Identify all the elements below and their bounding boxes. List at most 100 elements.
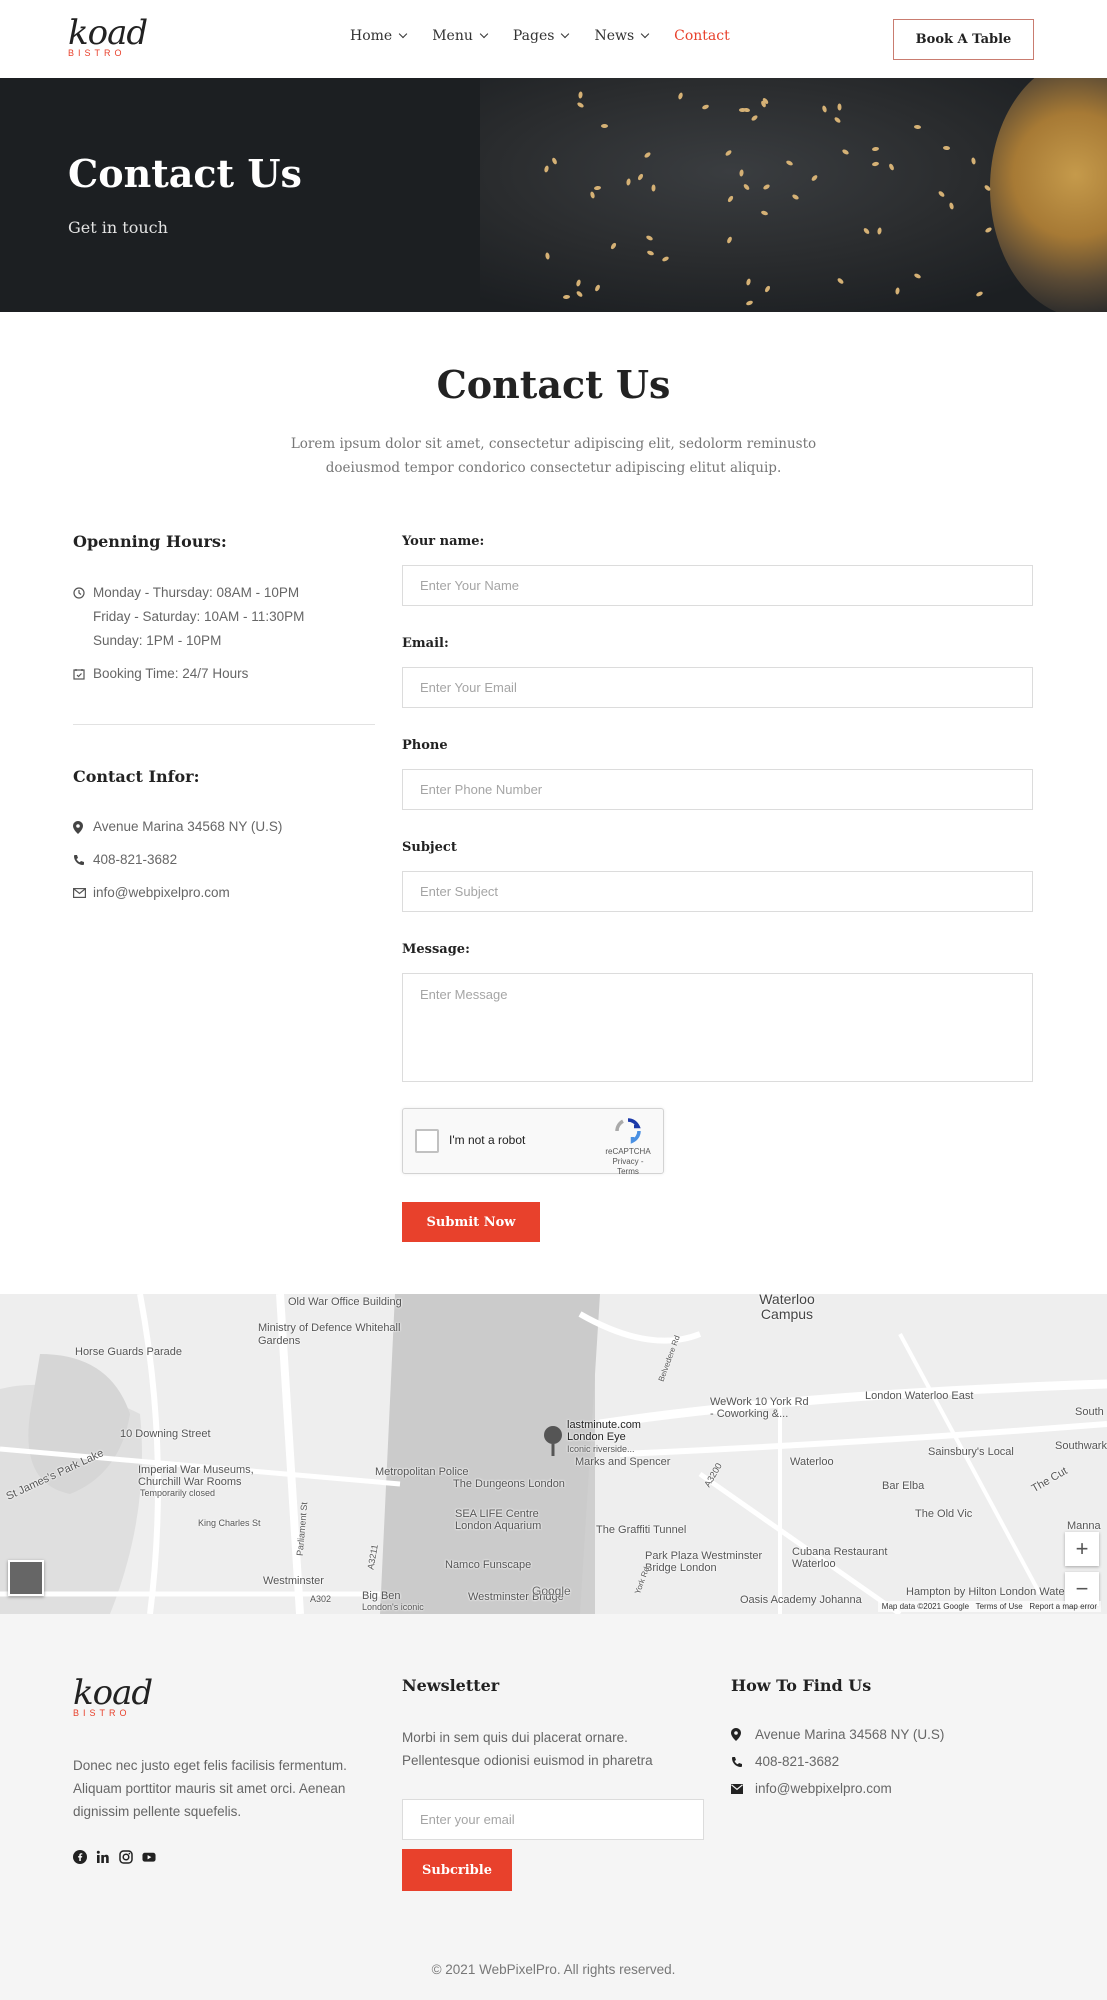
hours-line: Monday - Thursday: 08AM - 10PM xyxy=(93,585,300,600)
sesame-seed xyxy=(562,294,570,299)
map-label[interactable]: South xyxy=(1075,1406,1104,1418)
street-view-thumbnail[interactable] xyxy=(8,1560,44,1596)
find-email[interactable]: info@webpixelpro.com xyxy=(755,1781,892,1796)
map-label[interactable]: A302 xyxy=(310,1594,331,1604)
site-footer: koad BISTRO Donec nec justo eget felis f… xyxy=(0,1614,1107,2000)
find-email-row: info@webpixelpro.com xyxy=(731,1781,892,1796)
nav-pages-label: Pages xyxy=(512,28,555,44)
copyright: © 2021 WebPixelPro. All rights reserved. xyxy=(431,1962,676,1977)
name-label: Your name: xyxy=(402,534,485,549)
chevron-down-icon xyxy=(640,29,650,39)
map-label[interactable]: Ministry of Defence Whitehall Gardens xyxy=(258,1322,418,1348)
map-label[interactable]: King Charles St xyxy=(198,1518,261,1528)
contact-phone-row: 408-821-3682 xyxy=(73,848,177,872)
find-phone[interactable]: 408-821-3682 xyxy=(755,1754,839,1769)
map-label[interactable]: Marks and Spencer xyxy=(575,1456,670,1468)
facebook-icon[interactable] xyxy=(73,1850,87,1864)
map-label[interactable]: Park Plaza Westminster Bridge London xyxy=(645,1550,795,1574)
map-label[interactable]: London's iconic xyxy=(362,1602,424,1612)
booking-text: Booking Time: 24/7 Hours xyxy=(93,666,249,681)
nav-item-news[interactable]: News xyxy=(594,28,650,44)
email-input[interactable] xyxy=(402,667,1033,708)
map-label[interactable]: Imperial War Museums, Churchill War Room… xyxy=(138,1464,278,1488)
footer-logo[interactable]: koad BISTRO xyxy=(73,1674,153,1718)
message-textarea[interactable] xyxy=(402,973,1033,1082)
map-label[interactable]: WeWork 10 York Rd - Coworking &... xyxy=(710,1396,810,1420)
google-map[interactable]: Old War Office Building Ministry of Defe… xyxy=(0,1294,1107,1614)
map-label[interactable]: Waterloo xyxy=(790,1456,834,1468)
map-label[interactable]: lastminute.com London Eye xyxy=(567,1419,667,1443)
main-nav: Home Menu Pages News Contact xyxy=(350,28,756,44)
hours-line: Friday - Saturday: 10AM - 11:30PM xyxy=(93,609,305,624)
recaptcha-links[interactable]: Privacy - Terms xyxy=(603,1157,653,1177)
zoom-in-button[interactable]: + xyxy=(1065,1532,1099,1566)
map-label[interactable]: Iconic riverside... xyxy=(567,1444,635,1454)
sesame-seed xyxy=(577,90,583,99)
nav-menu-label: Menu xyxy=(432,28,473,44)
linkedin-icon[interactable] xyxy=(96,1850,110,1864)
footer-about: Donec nec justo eget felis facilisis fer… xyxy=(73,1758,347,1819)
map-label[interactable]: Metropolitan Police xyxy=(375,1466,469,1478)
nav-item-home[interactable]: Home xyxy=(350,28,408,44)
map-attribution: Map data ©2021 Google Terms of Use Repor… xyxy=(877,1601,1101,1612)
subject-input[interactable] xyxy=(402,871,1033,912)
youtube-icon[interactable] xyxy=(142,1850,156,1864)
email-label: Email: xyxy=(402,636,449,651)
info-divider xyxy=(73,724,375,725)
nav-item-contact[interactable]: Contact xyxy=(674,28,730,44)
envelope-icon xyxy=(731,1783,755,1794)
contact-phone[interactable]: 408-821-3682 xyxy=(93,848,177,872)
map-label[interactable]: Temporarily closed xyxy=(140,1488,215,1498)
chevron-down-icon xyxy=(398,29,408,39)
google-watermark: Google xyxy=(532,1584,571,1598)
newsletter-heading: Newsletter xyxy=(402,1676,500,1695)
find-address-row: Avenue Marina 34568 NY (U.S) xyxy=(731,1727,944,1742)
brand-logo[interactable]: koad BISTRO xyxy=(68,14,148,62)
map-label[interactable]: The Graffiti Tunnel xyxy=(596,1524,686,1536)
phone-icon xyxy=(73,848,93,872)
map-label[interactable]: London Waterloo East xyxy=(865,1390,973,1402)
map-label[interactable]: 10 Downing Street xyxy=(120,1428,211,1440)
report-error-link[interactable]: Report a map error xyxy=(1029,1602,1097,1611)
envelope-icon xyxy=(73,881,93,905)
booking-row: Booking Time: 24/7 Hours xyxy=(73,662,248,686)
map-label[interactable]: Waterloo Campus xyxy=(752,1294,822,1322)
submit-button[interactable]: Submit Now xyxy=(402,1202,540,1242)
map-label[interactable]: Westminster xyxy=(263,1575,324,1587)
map-label[interactable]: The Dungeons London xyxy=(453,1478,565,1490)
sesame-seed xyxy=(601,124,609,129)
hero-title: Contact Us xyxy=(68,151,302,196)
map-pin-icon xyxy=(731,1728,755,1741)
contact-email[interactable]: info@webpixelpro.com xyxy=(93,881,230,905)
hours-line: Sunday: 1PM - 10PM xyxy=(93,633,222,648)
recaptcha-brand: reCAPTCHA xyxy=(605,1147,651,1156)
hero-banner: Contact Us Get in touch xyxy=(0,78,1107,312)
terms-link[interactable]: Terms of Use xyxy=(976,1602,1023,1611)
nav-item-pages[interactable]: Pages xyxy=(512,28,570,44)
map-label[interactable]: Cubana Restaurant Waterloo xyxy=(792,1546,912,1570)
nav-item-menu[interactable]: Menu xyxy=(432,28,489,44)
map-label[interactable]: Oasis Academy Johanna xyxy=(740,1594,862,1606)
map-label[interactable]: Hampton by Hilton London Waterloo xyxy=(906,1586,1083,1598)
map-label[interactable]: Old War Office Building xyxy=(288,1296,402,1308)
newsletter-email-input[interactable] xyxy=(402,1799,704,1840)
map-label[interactable]: SEA LIFE Centre London Aquarium xyxy=(455,1508,575,1532)
phone-input[interactable] xyxy=(402,769,1033,810)
map-label[interactable]: Horse Guards Parade xyxy=(75,1346,182,1358)
map-label[interactable]: Bar Elba xyxy=(882,1480,924,1492)
subscribe-button[interactable]: Subcrible xyxy=(402,1849,512,1891)
map-label[interactable]: Namco Funscape xyxy=(445,1559,531,1571)
book-table-button[interactable]: Book A Table xyxy=(893,19,1034,60)
map-label[interactable]: The Old Vic xyxy=(915,1508,972,1520)
find-us-heading: How To Find Us xyxy=(731,1676,872,1695)
name-input[interactable] xyxy=(402,565,1033,606)
map-label[interactable]: Sainsbury's Local xyxy=(928,1446,1014,1458)
recaptcha-checkbox[interactable] xyxy=(415,1129,439,1153)
instagram-icon[interactable] xyxy=(119,1850,133,1864)
map-label[interactable]: Manna xyxy=(1067,1520,1101,1532)
sesame-seed xyxy=(738,107,746,112)
chevron-down-icon xyxy=(479,29,489,39)
map-label[interactable]: Southwark xyxy=(1055,1440,1107,1452)
map-label[interactable]: Big Ben xyxy=(362,1590,401,1602)
contact-address-row: Avenue Marina 34568 NY (U.S) xyxy=(73,815,282,839)
